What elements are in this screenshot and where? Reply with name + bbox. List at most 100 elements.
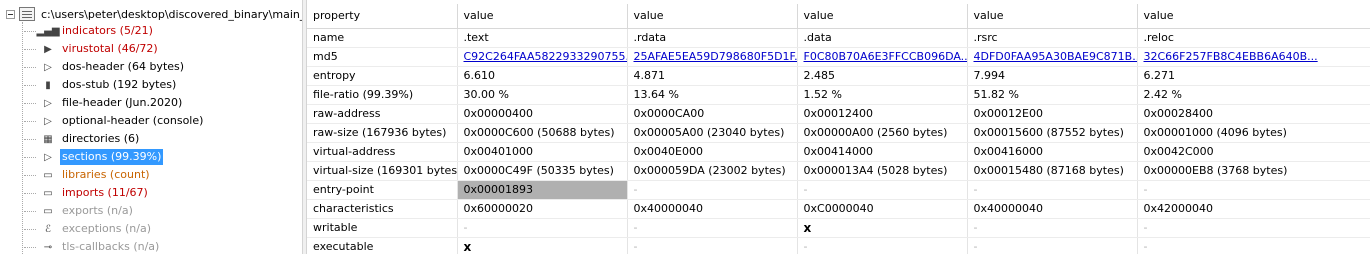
table-row[interactable]: characteristics 0x60000020 0x40000040 0xC00… [307, 199, 1370, 219]
value-cell: - [1137, 237, 1370, 254]
value-cell: - [627, 218, 798, 238]
tree-item-optional-header[interactable]: ▷ optional-header (console) [24, 112, 205, 130]
tree-item-imports[interactable]: ▭ imports (11/67) [24, 184, 150, 202]
table-row[interactable]: md5 C92C264FAA5822933290755... 25AFAE5EA59… [307, 47, 1370, 67]
value-cell: 0x60000020 [457, 199, 628, 219]
value-cell: 4.871 [627, 66, 798, 86]
chevron-right-icon: ▷ [44, 97, 52, 109]
value-cell: 51.82 % [967, 85, 1138, 105]
tree-item-tls-callbacks[interactable]: ⊸ tls-callbacks (n/a) [24, 238, 161, 254]
tree-item-virustotal[interactable]: ▶ virustotal (46/72) [24, 40, 160, 58]
column-header-value[interactable]: value [627, 4, 798, 29]
value-cell: - [1137, 180, 1370, 200]
table-row[interactable]: virtual-size (169301 bytes) 0x0000C49F (5… [307, 161, 1370, 181]
value-cell: 0x00015480 (87168 bytes) [967, 161, 1138, 181]
tree-panel: c:\users\peter\desktop\discovered_binary… [0, 0, 302, 254]
tree-item-label: optional-header (console) [62, 114, 204, 127]
property-cell: raw-address [307, 104, 458, 124]
property-cell: characteristics [307, 199, 458, 219]
tree-connector [24, 66, 36, 68]
tree-item-indicators[interactable]: ▂▄▆ indicators (5/21) [24, 22, 155, 40]
value-cell: 13.64 % [627, 85, 798, 105]
value-cell: - [967, 237, 1138, 254]
column-header-value[interactable]: value [1137, 4, 1370, 29]
value-cell: 0x00001000 (4096 bytes) [1137, 123, 1370, 143]
property-cell: entropy [307, 66, 458, 86]
value-cell: 0x0000C49F (50335 bytes) [457, 161, 628, 181]
property-cell: virtual-size (169301 bytes) [307, 161, 458, 181]
tree-item-dos-stub[interactable]: ▮ dos-stub (192 bytes) [24, 76, 178, 94]
tree-connector [24, 48, 36, 50]
library-icon: ▭ [43, 169, 53, 181]
bars-icon: ▂▄▆ [36, 25, 60, 37]
imports-icon: ▭ [43, 187, 53, 199]
tree-item-label: libraries (count) [62, 168, 150, 181]
tree-item-sections[interactable]: ▷ sections (99.39%) [24, 148, 164, 166]
tree-item-dos-header[interactable]: ▷ dos-header (64 bytes) [24, 58, 186, 76]
value-cell: .reloc [1137, 28, 1370, 48]
value-cell[interactable]: 25AFAE5EA59D798680F5D1F... [627, 47, 798, 67]
value-cell: 0x0040E000 [627, 142, 798, 162]
column-header-value[interactable]: value [797, 4, 968, 29]
tree-connector [24, 192, 36, 194]
value-cell: - [967, 180, 1138, 200]
value-cell: 0x00000400 [457, 104, 628, 124]
table-row[interactable]: virtual-address 0x00401000 0x0040E000 0x004… [307, 142, 1370, 162]
tree-item-libraries[interactable]: ▭ libraries (count) [24, 166, 152, 184]
value-cell: x [797, 218, 968, 238]
value-cell: 0x000013A4 (5028 bytes) [797, 161, 968, 181]
root-file-path: c:\users\peter\desktop\discovered_binary… [41, 7, 302, 21]
property-cell: file-ratio (99.39%) [307, 85, 458, 105]
value-cell: 0x00416000 [967, 142, 1138, 162]
tree-item-label: indicators (5/21) [62, 24, 153, 37]
value-cell: - [967, 218, 1138, 238]
table-row[interactable]: entropy 6.610 4.871 2.485 7.994 6.271 [307, 66, 1370, 86]
value-cell: 2.42 % [1137, 85, 1370, 105]
value-cell: 0x00414000 [797, 142, 968, 162]
tree-item-label: directories (6) [62, 132, 140, 145]
value-cell: 0xC0000040 [797, 199, 968, 219]
value-cell: 0x00000A00 (2560 bytes) [797, 123, 968, 143]
table-row[interactable]: writable - - x - - [307, 218, 1370, 238]
value-cell: - [1137, 218, 1370, 238]
table-row[interactable]: raw-size (167936 bytes) 0x0000C600 (50688… [307, 123, 1370, 143]
value-cell: 0x0000C600 (50688 bytes) [457, 123, 628, 143]
value-cell: 0x0000CA00 [627, 104, 798, 124]
value-cell: .rdata [627, 28, 798, 48]
value-cell[interactable]: 32C66F257FB8C4EBB6A640B... [1137, 47, 1370, 67]
value-cell: - [797, 180, 968, 200]
table-row[interactable]: name .text .rdata .data .rsrc .reloc [307, 28, 1370, 48]
tree-item-directories[interactable]: ▦ directories (6) [24, 130, 141, 148]
table-row[interactable]: file-ratio (99.39%) 30.00 % 13.64 % 1.52 % 5… [307, 85, 1370, 105]
column-header-value[interactable]: value [967, 4, 1138, 29]
value-cell: x [457, 237, 628, 254]
value-cell[interactable]: F0C80B70A6E3FFCCB096DA... [797, 47, 968, 67]
tree-item-label: tls-callbacks (n/a) [62, 240, 160, 253]
value-cell[interactable]: C92C264FAA5822933290755... [457, 47, 628, 67]
table-row[interactable]: executable x - - - - [307, 237, 1370, 254]
column-header-value[interactable]: value [457, 4, 628, 29]
value-cell: - [457, 218, 628, 238]
tree-connector [24, 246, 36, 248]
value-cell: .rsrc [967, 28, 1138, 48]
tree-connector [24, 228, 36, 230]
tree-connector [24, 210, 36, 212]
console-icon: ▮ [45, 79, 51, 91]
table-row[interactable]: entry-point 0x00001893- - - - [307, 180, 1370, 200]
tree-root[interactable]: c:\users\peter\desktop\discovered_binary… [6, 6, 302, 22]
tree-connector [24, 102, 36, 104]
tree-item-exports[interactable]: ▭ exports (n/a) [24, 202, 135, 220]
value-cell: .text [457, 28, 628, 48]
tree-item-file-header[interactable]: ▷ file-header (Jun.2020) [24, 94, 184, 112]
property-cell: name [307, 28, 458, 48]
table-row[interactable]: raw-address 0x00000400 0x0000CA00 0x0001240… [307, 104, 1370, 124]
property-cell: entry-point [307, 180, 458, 200]
exports-icon: ▭ [43, 205, 53, 217]
value-cell: - [627, 237, 798, 254]
tree-item-exceptions[interactable]: ℰexceptions (n/a) [24, 220, 153, 238]
value-cell[interactable]: 4DFD0FAA95A30BAE9C871B... [967, 47, 1138, 67]
collapse-icon[interactable] [6, 9, 15, 19]
value-cell: - [627, 180, 798, 200]
tree-connector [24, 174, 36, 176]
column-header-property[interactable]: property [307, 4, 458, 29]
